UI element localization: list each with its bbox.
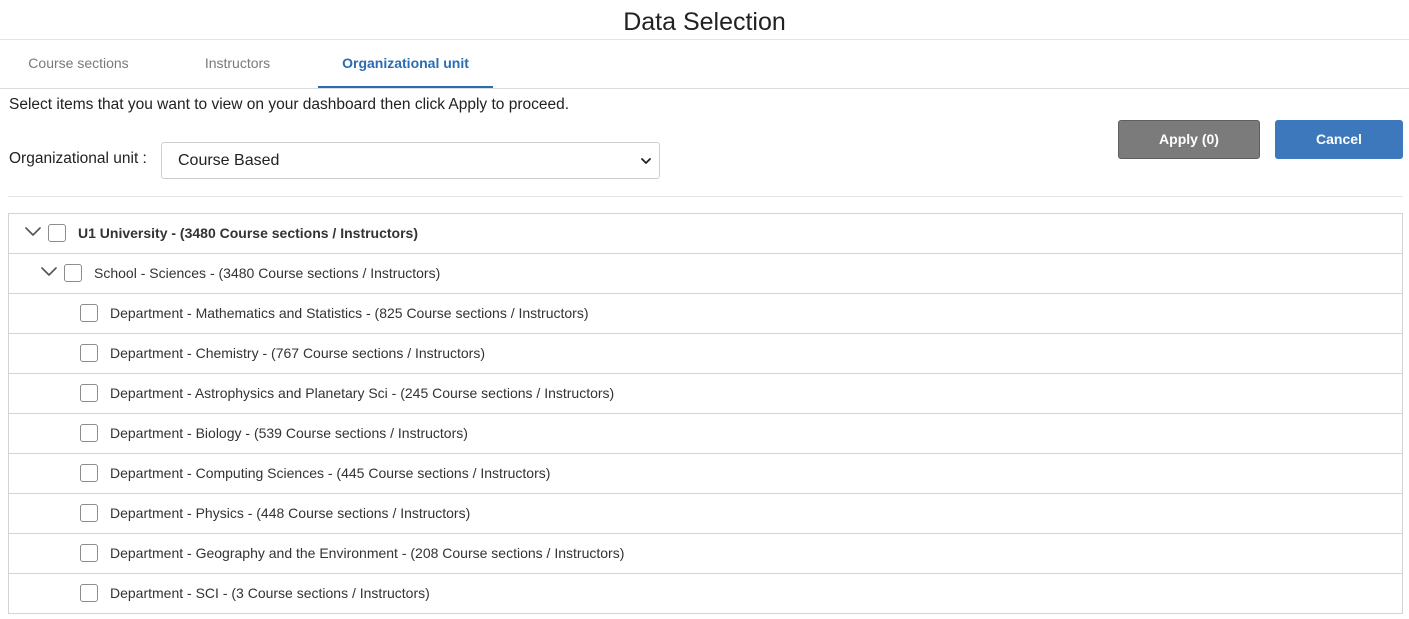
org-unit-selected-value: Course Based — [178, 152, 280, 169]
tree-row-label: Department - Geography and the Environme… — [110, 545, 625, 561]
instructions-text: Select items that you want to view on yo… — [9, 96, 570, 113]
tree-row[interactable]: Department - Geography and the Environme… — [9, 534, 1402, 574]
expand-chevron-icon[interactable] — [25, 226, 41, 238]
section-divider — [8, 196, 1403, 197]
tree-row[interactable]: Department - Astrophysics and Planetary … — [9, 374, 1402, 414]
tree-row[interactable]: Department - SCI - (3 Course sections / … — [9, 574, 1402, 613]
tree-row-checkbox[interactable] — [48, 224, 66, 242]
tree-row-checkbox[interactable] — [80, 464, 98, 482]
tree-row-checkbox[interactable] — [80, 344, 98, 362]
tab-organizational-unit[interactable]: Organizational unit — [318, 40, 493, 88]
tree-row-label: Department - Physics - (448 Course secti… — [110, 505, 471, 521]
page-title: Data Selection — [623, 8, 786, 36]
tab-course-sections[interactable]: Course sections — [0, 40, 157, 87]
tree-row-label: Department - SCI - (3 Course sections / … — [110, 585, 430, 601]
tree-row-checkbox[interactable] — [80, 504, 98, 522]
org-unit-tree: U1 University - (3480 Course sections / … — [8, 213, 1403, 614]
tree-row-label: Department - Astrophysics and Planetary … — [110, 385, 615, 401]
tree-row[interactable]: Department - Physics - (448 Course secti… — [9, 494, 1402, 534]
tree-row-label: U1 University - (3480 Course sections / … — [78, 225, 418, 241]
chevron-down-icon — [641, 158, 651, 164]
tree-row-label: Department - Mathematics and Statistics … — [110, 305, 589, 321]
tree-row-checkbox[interactable] — [64, 264, 82, 282]
org-unit-select[interactable]: Course Based — [161, 142, 660, 179]
expand-chevron-icon[interactable] — [41, 266, 57, 278]
tab-instructors[interactable]: Instructors — [157, 40, 318, 87]
org-unit-label: Organizational unit : — [9, 150, 147, 167]
tree-row[interactable]: School - Sciences - (3480 Course section… — [9, 254, 1402, 294]
tree-row-checkbox[interactable] — [80, 424, 98, 442]
tree-row-checkbox[interactable] — [80, 544, 98, 562]
tree-row[interactable]: U1 University - (3480 Course sections / … — [9, 214, 1402, 254]
tree-row-label: Department - Biology - (539 Course secti… — [110, 425, 468, 441]
tree-row[interactable]: Department - Chemistry - (767 Course sec… — [9, 334, 1402, 374]
tree-row[interactable]: Department - Mathematics and Statistics … — [9, 294, 1402, 334]
tree-row-checkbox[interactable] — [80, 384, 98, 402]
tree-row-label: Department - Chemistry - (767 Course sec… — [110, 345, 486, 361]
tree-row-label: School - Sciences - (3480 Course section… — [94, 265, 441, 281]
tree-row-label: Department - Computing Sciences - (445 C… — [110, 465, 551, 481]
tree-row-checkbox[interactable] — [80, 584, 98, 602]
apply-button[interactable]: Apply (0) — [1118, 120, 1260, 159]
tree-row[interactable]: Department - Biology - (539 Course secti… — [9, 414, 1402, 454]
data-selection-dialog: Data Selection Course sections Instructo… — [0, 0, 1409, 619]
cancel-button[interactable]: Cancel — [1275, 120, 1403, 159]
tree-row[interactable]: Department - Computing Sciences - (445 C… — [9, 454, 1402, 494]
tree-row-checkbox[interactable] — [80, 304, 98, 322]
tab-bar: Course sections Instructors Organization… — [0, 40, 1409, 89]
